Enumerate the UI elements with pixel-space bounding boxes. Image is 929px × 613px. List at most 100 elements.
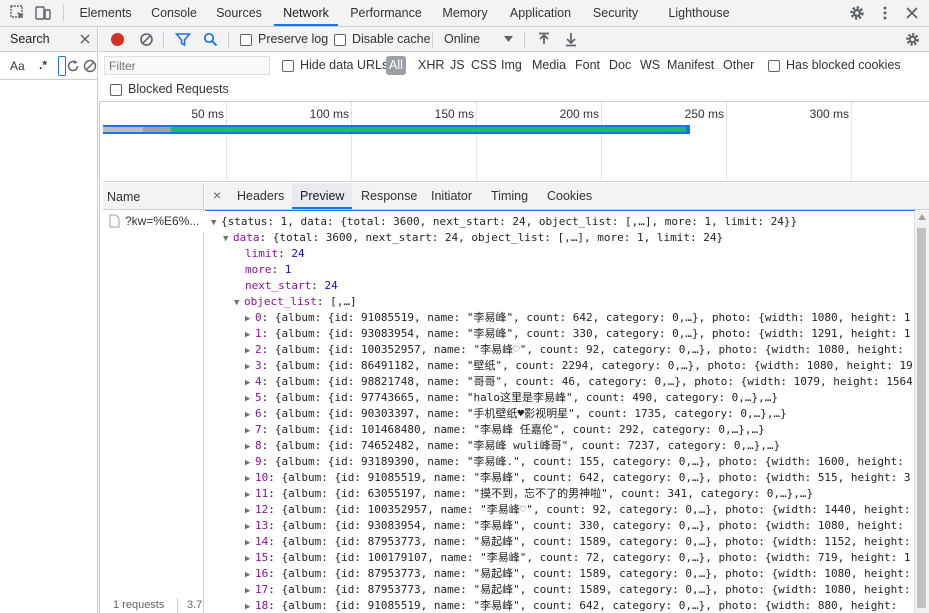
object-list-item[interactable]: ▶ 8: {album: {id: 74652482, name: "李易峰 wu… [245,438,780,454]
type-filter-all[interactable]: All [386,56,406,75]
network-settings-gear-icon[interactable] [904,31,921,48]
scroll-up-icon[interactable] [918,214,926,220]
clear-icon[interactable] [139,32,154,47]
collapsed-triangle-icon[interactable]: ▶ [245,311,255,327]
inspect-icon[interactable] [9,4,27,22]
object-list-item[interactable]: ▶ 14: {album: {id: 87953773, name: "易起峰",… [245,534,911,550]
type-filter-img[interactable]: Img [501,58,522,72]
collapsed-triangle-icon[interactable]: ▶ [245,583,255,599]
tree-object-list[interactable]: ▼ object_list: [,…] [234,294,357,310]
import-har-icon[interactable] [537,32,551,47]
blocked-requests-checkbox[interactable] [110,83,122,97]
chevron-down-icon[interactable] [504,36,513,43]
record-button[interactable] [111,33,124,46]
collapsed-triangle-icon[interactable]: ▶ [245,519,255,535]
collapsed-triangle-icon[interactable]: ▶ [245,391,255,407]
type-filter-js[interactable]: JS [450,58,465,72]
tab-cookies[interactable]: Cookies [539,183,600,209]
tab-initiator[interactable]: Initiator [423,183,480,209]
filter-icon[interactable] [175,32,191,47]
collapsed-triangle-icon[interactable]: ▶ [245,375,255,391]
disable-cache-checkbox[interactable] [334,33,346,47]
object-list-item[interactable]: ▶ 16: {album: {id: 87953773, name: "易起峰",… [245,566,911,582]
tree-root[interactable]: ▼ {status: 1, data: {total: 3600, next_st… [211,214,797,230]
object-list-item[interactable]: ▶ 7: {album: {id: 101468480, name: "李易峰 任… [245,422,765,438]
name-column-header[interactable]: Name [103,183,204,210]
type-filter-ws[interactable]: WS [640,58,660,72]
type-filter-font[interactable]: Font [575,58,600,72]
type-filter-xhr[interactable]: XHR [418,58,444,72]
search-icon[interactable] [203,32,218,47]
collapsed-triangle-icon[interactable]: ▶ [245,407,255,423]
regex-button[interactable]: .* [39,58,47,72]
collapsed-triangle-icon[interactable]: ▶ [245,599,255,613]
object-list-item[interactable]: ▶ 9: {album: {id: 93189390, name: "李易峰.",… [245,454,904,470]
object-list-item[interactable]: ▶ 4: {album: {id: 98821748, name: "哥哥", c… [245,374,913,390]
object-list-item[interactable]: ▶ 12: {album: {id: 100352957, name: "李易峰♡… [245,502,911,518]
tab-memory[interactable]: Memory [437,0,493,26]
type-filter-other[interactable]: Other [723,58,754,72]
collapsed-triangle-icon[interactable]: ▶ [245,423,255,439]
tab-application[interactable]: Application [504,0,577,26]
export-har-icon[interactable] [564,32,578,47]
object-list-item[interactable]: ▶ 5: {album: {id: 97743665, name: "halo这里… [245,390,778,406]
collapsed-triangle-icon[interactable]: ▶ [245,551,255,567]
object-list-item[interactable]: ▶ 10: {album: {id: 91085519, name: "李易峰",… [245,470,911,486]
collapsed-triangle-icon[interactable]: ▶ [245,487,255,503]
tab-network[interactable]: Network [274,0,338,26]
tab-preview[interactable]: Preview [292,183,353,209]
object-list-item[interactable]: ▶ 3: {album: {id: 86491182, name: "壁纸", c… [245,358,913,374]
collapsed-triangle-icon[interactable]: ▶ [245,359,255,375]
expanded-triangle-icon[interactable]: ▼ [211,215,221,231]
object-list-item[interactable]: ▶ 0: {album: {id: 91085519, name: "李易峰", … [245,310,911,326]
search-input[interactable] [58,56,66,76]
collapsed-triangle-icon[interactable]: ▶ [245,503,255,519]
has-blocked-cookies-checkbox[interactable] [768,59,780,73]
filter-input[interactable] [104,56,270,75]
preserve-log-checkbox[interactable] [240,33,252,47]
object-list-item[interactable]: ▶ 11: {album: {id: 63055197, name: "摸不到，忘… [245,486,813,502]
type-filter-manifest[interactable]: Manifest [667,58,714,72]
collapsed-triangle-icon[interactable]: ▶ [245,343,255,359]
close-icon[interactable] [903,4,921,22]
timeline-overview[interactable]: 50 ms 100 ms 150 ms 200 ms 250 ms 300 ms [103,102,929,182]
object-list-item[interactable]: ▶ 13: {album: {id: 93083954, name: "李易峰",… [245,518,904,534]
more-vert-icon[interactable] [876,4,894,22]
object-list-item[interactable]: ▶ 1: {album: {id: 93083954, name: "李易峰", … [245,326,911,342]
collapsed-triangle-icon[interactable]: ▶ [245,471,255,487]
device-toolbar-icon[interactable] [34,4,52,22]
object-list-item[interactable]: ▶ 2: {album: {id: 100352957, name: "李易峰♡"… [245,342,904,358]
tab-security[interactable]: Security [588,0,643,26]
type-filter-doc[interactable]: Doc [609,58,631,72]
close-detail-icon[interactable]: × [213,187,221,203]
object-list-item[interactable]: ▶ 18: {album: {id: 91085519, name: "李易峰",… [245,598,897,613]
match-case-button[interactable]: Aa [10,59,25,73]
tree-data-node[interactable]: ▼ data: {total: 3600, next_start: 24, obj… [223,230,723,246]
tab-performance[interactable]: Performance [346,0,426,26]
tab-sources[interactable]: Sources [212,0,266,26]
object-list-item[interactable]: ▶ 17: {album: {id: 87953773, name: "易起峰",… [245,582,911,598]
collapsed-triangle-icon[interactable]: ▶ [245,327,255,343]
close-search-icon[interactable] [79,33,91,45]
tab-console[interactable]: Console [146,0,202,26]
object-list-item[interactable]: ▶ 6: {album: {id: 90303397, name: "手机壁纸♥影… [245,406,787,422]
tab-elements[interactable]: Elements [76,0,135,26]
tab-lighthouse[interactable]: Lighthouse [662,0,736,26]
collapsed-triangle-icon[interactable]: ▶ [245,535,255,551]
refresh-icon[interactable] [66,59,80,73]
throttle-select[interactable]: Online [444,32,480,46]
collapsed-triangle-icon[interactable]: ▶ [245,439,255,455]
expanded-triangle-icon[interactable]: ▼ [234,295,244,311]
tab-timing[interactable]: Timing [483,183,536,209]
request-row[interactable]: ?kw=%E6%... [103,211,204,232]
collapsed-triangle-icon[interactable]: ▶ [245,567,255,583]
scroll-thumb[interactable] [917,228,926,608]
tab-headers[interactable]: Headers [229,183,292,209]
object-list-item[interactable]: ▶ 15: {album: {id: 100179107, name: "李易峰"… [245,550,911,566]
collapsed-triangle-icon[interactable]: ▶ [245,455,255,471]
type-filter-css[interactable]: CSS [471,58,497,72]
clear-search-icon[interactable] [83,59,97,73]
tab-response[interactable]: Response [353,183,425,209]
expanded-triangle-icon[interactable]: ▼ [223,231,233,247]
settings-gear-icon[interactable] [848,4,866,22]
